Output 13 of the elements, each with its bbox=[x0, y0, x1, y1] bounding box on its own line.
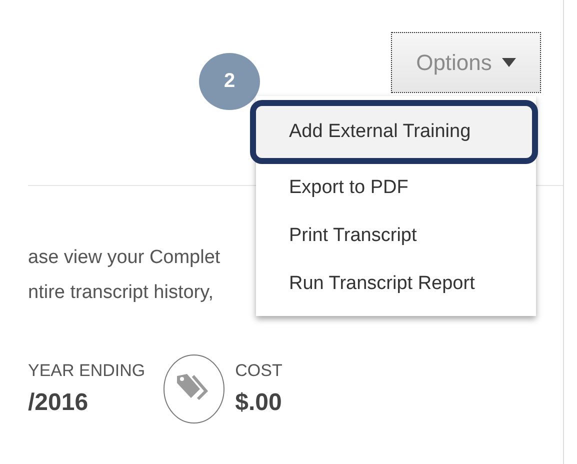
stat-label: COST bbox=[235, 361, 282, 381]
stat-value: /2016 bbox=[28, 389, 90, 417]
caret-icon bbox=[502, 58, 516, 67]
stat-label: YEAR ENDING bbox=[28, 361, 146, 381]
intro-text: ase view your Complet bbox=[28, 246, 220, 270]
stat-value: $.00 bbox=[235, 389, 282, 417]
price-tag-icon bbox=[163, 354, 226, 424]
menu-item[interactable]: Print Transcript bbox=[256, 212, 536, 260]
step-badge: 2 bbox=[199, 53, 260, 110]
intro-text: ntire transcript history, bbox=[28, 281, 214, 305]
menu-item[interactable]: Export to PDF bbox=[256, 164, 536, 212]
menu-item[interactable]: Add External Training bbox=[250, 100, 538, 164]
menu-item[interactable]: Run Transcript Report bbox=[256, 260, 536, 308]
